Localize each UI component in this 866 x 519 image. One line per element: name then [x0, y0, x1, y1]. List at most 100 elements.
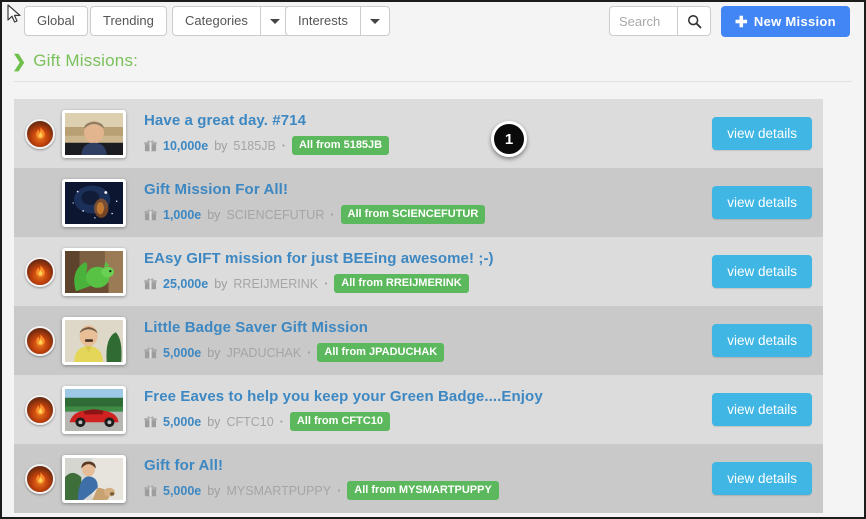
mission-author: MYSMARTPUPPY — [226, 483, 332, 498]
flame-badge-icon — [25, 325, 55, 356]
flame-badge-icon — [25, 118, 55, 149]
mission-thumbnail[interactable] — [62, 385, 126, 434]
by-label: by — [207, 414, 221, 429]
interests-dropdown-toggle[interactable] — [359, 6, 390, 36]
by-label: by — [207, 345, 221, 360]
mission-amount: 5,000e — [163, 414, 202, 429]
mission-amount: 5,000e — [163, 483, 202, 498]
view-details-button[interactable]: view details — [712, 117, 812, 150]
mission-thumbnail[interactable] — [62, 109, 126, 158]
filter-group-interests: Interests — [285, 6, 390, 36]
app-viewport: Global Trending Categories Interests Sea… — [0, 0, 866, 519]
filter-button-trending[interactable]: Trending — [90, 6, 167, 36]
meta-separator: · — [307, 345, 312, 360]
mission-info: Gift for All! 5,000e by MYSMARTPUPPY · A… — [144, 457, 712, 500]
mission-row[interactable]: Free Eaves to help you keep your Green B… — [14, 375, 823, 444]
search-icon — [687, 14, 701, 28]
top-toolbar: Global Trending Categories Interests Sea… — [2, 2, 864, 42]
mission-thumbnail[interactable] — [62, 178, 126, 227]
mission-title-link[interactable]: EAsy GIFT mission for just BEEing awesom… — [144, 250, 712, 267]
mission-title-link[interactable]: Little Badge Saver Gift Mission — [144, 319, 712, 336]
mission-amount: 25,000e — [163, 276, 209, 291]
mission-amount: 10,000e — [163, 138, 209, 153]
flame-slot — [20, 463, 60, 494]
mission-meta: 25,000e by RREIJMERINK · All from RREIJM… — [144, 274, 712, 293]
all-from-badge[interactable]: All from RREIJMERINK — [334, 274, 469, 293]
mission-info: EAsy GIFT mission for just BEEing awesom… — [144, 250, 712, 293]
mission-amount: 1,000e — [163, 207, 202, 222]
view-details-button[interactable]: view details — [712, 462, 812, 495]
mission-title-link[interactable]: Gift Mission For All! — [144, 181, 712, 198]
mission-thumbnail[interactable] — [62, 454, 126, 503]
by-label: by — [207, 207, 221, 222]
flame-slot — [20, 118, 60, 149]
mission-row[interactable]: Gift Mission For All! 1,000e by SCIENCEF… — [14, 168, 823, 237]
gift-icon — [144, 208, 157, 221]
all-from-badge[interactable]: All from JPADUCHAK — [317, 343, 445, 362]
search-group — [609, 6, 711, 36]
mission-thumbnail[interactable] — [62, 247, 126, 296]
gift-icon — [144, 415, 157, 428]
page-title: Gift Missions: — [33, 51, 139, 70]
by-label: by — [214, 138, 228, 153]
mission-row[interactable]: EAsy GIFT mission for just BEEing awesom… — [14, 237, 823, 306]
mission-meta: 1,000e by SCIENCEFUTUR · All from SCIENC… — [144, 205, 712, 224]
meta-separator: · — [330, 207, 335, 222]
new-mission-label: New Mission — [753, 14, 836, 29]
filter-group-categories: Categories — [172, 6, 290, 36]
all-from-badge[interactable]: All from 5185JB — [291, 136, 390, 155]
mission-row[interactable]: Have a great day. #714 10,000e by 5185JB… — [14, 99, 823, 168]
filter-button-categories[interactable]: Categories — [172, 6, 260, 36]
gift-icon — [144, 139, 157, 152]
chevron-down-icon — [369, 19, 380, 25]
callout-badge-1: 1 — [491, 121, 527, 157]
mission-author: CFTC10 — [226, 414, 274, 429]
mission-meta: 10,000e by 5185JB · All from 5185JB — [144, 136, 712, 155]
view-details-button[interactable]: view details — [712, 393, 812, 426]
mission-author: JPADUCHAK — [226, 345, 302, 360]
meta-separator: · — [337, 483, 342, 498]
meta-separator: · — [281, 138, 286, 153]
gift-icon — [144, 346, 157, 359]
chevron-right-icon: ❯ — [12, 51, 27, 71]
meta-separator: · — [279, 414, 284, 429]
by-label: by — [214, 276, 228, 291]
search-button[interactable] — [677, 6, 711, 36]
chevron-down-icon — [269, 19, 280, 25]
mission-author: 5185JB — [233, 138, 276, 153]
mission-title-link[interactable]: Free Eaves to help you keep your Green B… — [144, 388, 712, 405]
mission-thumbnail[interactable] — [62, 316, 126, 365]
meta-separator: · — [324, 276, 329, 291]
view-details-button[interactable]: view details — [712, 324, 812, 357]
mission-title-link[interactable]: Have a great day. #714 — [144, 112, 712, 129]
by-label: by — [207, 483, 221, 498]
all-from-badge[interactable]: All from MYSMARTPUPPY — [347, 481, 499, 500]
mission-author: RREIJMERINK — [233, 276, 319, 291]
mission-meta: 5,000e by MYSMARTPUPPY · All from MYSMAR… — [144, 481, 712, 500]
filter-group-global: Global — [24, 6, 88, 36]
all-from-badge[interactable]: All from SCIENCEFUTUR — [340, 205, 486, 224]
mission-info: Have a great day. #714 10,000e by 5185JB… — [144, 112, 712, 155]
all-from-badge[interactable]: All from CFTC10 — [289, 412, 391, 431]
mission-title-link[interactable]: Gift for All! — [144, 457, 712, 474]
mission-meta: 5,000e by CFTC10 · All from CFTC10 — [144, 412, 712, 431]
mission-info: Gift Mission For All! 1,000e by SCIENCEF… — [144, 181, 712, 224]
view-details-button[interactable]: view details — [712, 186, 812, 219]
mission-row[interactable]: Gift for All! 5,000e by MYSMARTPUPPY · A… — [14, 444, 823, 513]
flame-badge-icon — [25, 463, 55, 494]
gift-icon — [144, 484, 157, 497]
header-divider — [14, 81, 852, 82]
flame-slot — [20, 325, 60, 356]
filter-button-interests[interactable]: Interests — [285, 6, 360, 36]
mission-row[interactable]: Little Badge Saver Gift Mission 5,000e b… — [14, 306, 823, 375]
new-mission-button[interactable]: ✚ New Mission — [721, 6, 850, 37]
mission-info: Free Eaves to help you keep your Green B… — [144, 388, 712, 431]
mission-info: Little Badge Saver Gift Mission 5,000e b… — [144, 319, 712, 362]
filter-button-global[interactable]: Global — [24, 6, 88, 36]
mission-amount: 5,000e — [163, 345, 202, 360]
filter-group-trending: Trending — [90, 6, 167, 36]
gift-icon — [144, 277, 157, 290]
flame-slot — [20, 256, 60, 287]
search-input[interactable] — [609, 6, 677, 36]
view-details-button[interactable]: view details — [712, 255, 812, 288]
